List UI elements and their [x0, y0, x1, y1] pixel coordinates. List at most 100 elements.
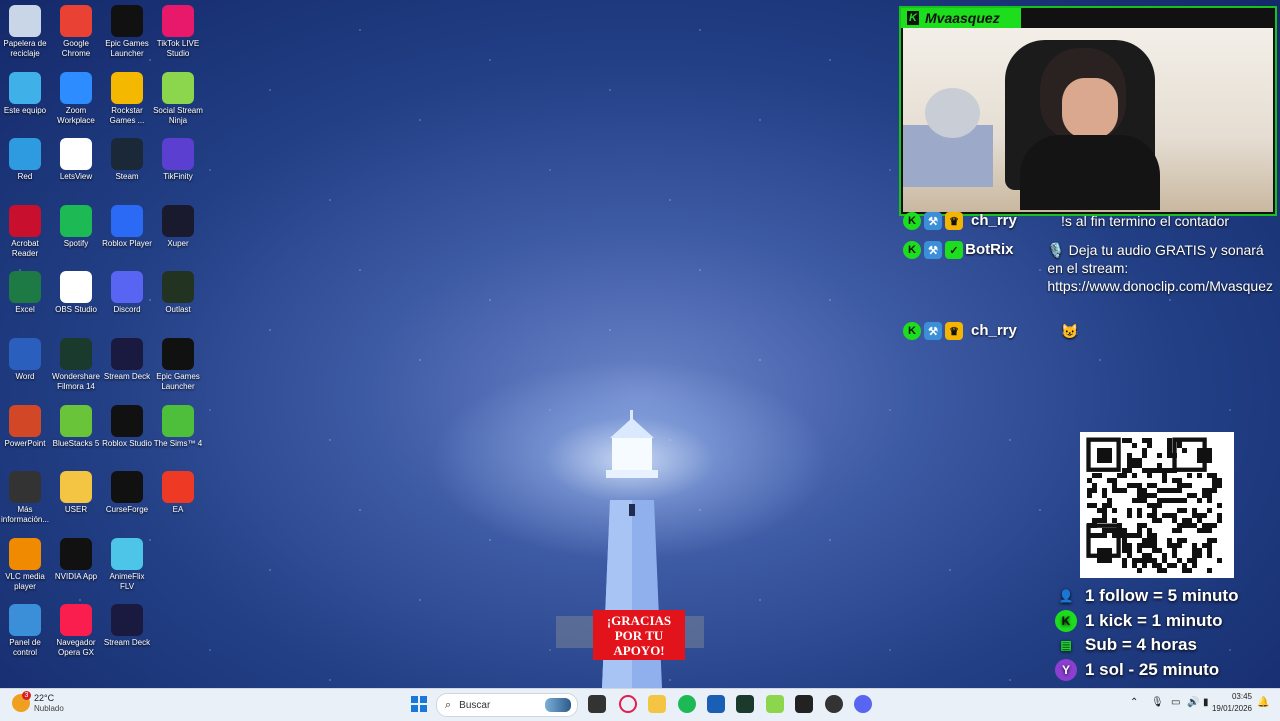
steam-icon [111, 138, 143, 171]
sims-icon [162, 404, 194, 437]
webcam-plush-toy [925, 88, 980, 138]
streamer-name: Mvaasquez [925, 10, 1000, 26]
desktop-icon-excel[interactable]: Excel [0, 271, 50, 315]
folder-icon [60, 471, 92, 504]
desktop-icon-recycle-bin[interactable]: Papelera de reciclaje [0, 5, 50, 59]
desktop-icon-epic-games[interactable]: Epic Games Launcher [102, 5, 152, 59]
file-explorer-icon[interactable] [648, 695, 666, 713]
desktop-icon-label: AnimeFlix FLV [109, 571, 145, 591]
terminal-icon[interactable] [795, 695, 813, 713]
filmora-taskbar-icon[interactable] [736, 695, 754, 713]
obs-taskbar-icon[interactable] [825, 695, 843, 713]
chat-badges: K ⚒ ✓ [903, 241, 965, 259]
desktop-icon-info[interactable]: Más información... [0, 471, 50, 525]
desktop-icon-filmora[interactable]: Wondershare Filmora 14 [51, 338, 101, 392]
desktop-icon-label: Este equipo [3, 105, 47, 115]
desktop-icon-sims[interactable]: The Sims™ 4 [153, 404, 203, 449]
desktop-icon-spotify[interactable]: Spotify [51, 204, 101, 249]
chat-message: K ⚒ ♛ ch_rry 😺 [903, 322, 1273, 340]
desktop-icon-tikfinity[interactable]: TikFinity [153, 138, 203, 182]
microphone-icon[interactable]: 🎙 [1151, 697, 1164, 708]
weather-temp[interactable]: 22°C [34, 693, 54, 703]
desktop-icon-label: VLC media player [5, 571, 45, 591]
qr-code [1080, 432, 1234, 578]
desktop-icon-powerpoint[interactable]: PowerPoint [0, 404, 50, 449]
desktop-icon-outlast[interactable]: Outlast [153, 271, 203, 315]
store-icon[interactable] [707, 695, 725, 713]
sol-icon: Y [1055, 658, 1077, 681]
spotify-taskbar-icon[interactable] [678, 695, 696, 713]
desktop-icon-discord[interactable]: Discord [102, 271, 152, 315]
spotify-icon [60, 204, 92, 237]
opera-gx-icon [60, 604, 92, 637]
moderator-badge-icon: ⚒ [924, 212, 942, 230]
desktop-icon-ninja[interactable]: Social Stream Ninja [153, 71, 203, 126]
social-stream-taskbar-icon[interactable] [766, 695, 784, 713]
desktop-icon-zoom[interactable]: Zoom Workplace [51, 71, 101, 126]
epic-games-icon [162, 338, 194, 370]
chat-text: 😺 [1061, 323, 1079, 339]
opera-taskbar-icon[interactable] [619, 695, 637, 713]
desktop-icon-label: Outlast [165, 305, 191, 315]
desktop-icon-rockstar[interactable]: Rockstar Games ... [102, 71, 152, 126]
chat-username: BotRix [965, 241, 1014, 258]
epic-games-icon [111, 5, 143, 37]
desktop-icon-label: OBS Studio [55, 305, 97, 315]
desktop-icon-tiktok[interactable]: TikTok LIVE Studio [153, 5, 203, 59]
rule-item: K 1 kick = 1 minuto [1055, 609, 1222, 632]
search-box[interactable]: ⌕ Buscar [436, 693, 578, 717]
desktop-icon-word[interactable]: Word [0, 338, 50, 382]
desktop-icon-animeflix[interactable]: AnimeFlix FLV [102, 537, 152, 592]
task-view-icon[interactable] [588, 695, 606, 713]
desktop-icon-roblox[interactable]: Roblox Player [102, 204, 152, 249]
desktop-icon-label: Epic Games Launcher [105, 39, 149, 58]
chat-text: !s al fin termino el contador [1061, 213, 1230, 229]
desktop-icon-stream-deck[interactable]: Stream Deck [102, 604, 152, 648]
desktop-icon-xuper[interactable]: Xuper [153, 204, 203, 249]
kick-logo-icon: K [907, 11, 919, 25]
desktop-icon-stream-deck[interactable]: Stream Deck [102, 338, 152, 382]
desktop-icon-folder[interactable]: USER [51, 471, 101, 515]
desktop-icon-label: Spotify [63, 238, 89, 248]
stream-deck-icon [111, 604, 143, 637]
chat-message: K ⚒ ♛ ch_rry !s al fin termino el contador [903, 212, 1273, 230]
clock-time[interactable]: 03:45 [1218, 692, 1252, 701]
desktop-icon-nvidia[interactable]: NVIDIA App [51, 537, 101, 582]
desktop-icon-opera-gx[interactable]: Navegador Opera GX [51, 604, 101, 658]
network-status-icon[interactable]: ▭ [1171, 697, 1180, 708]
chevron-up-icon[interactable]: ⌃ [1130, 697, 1138, 708]
start-button[interactable] [411, 696, 427, 712]
weather-desc[interactable]: Nublado [34, 704, 64, 713]
rule-text: 1 follow = 5 minuto [1085, 586, 1239, 605]
desktop-icon-label: Xuper [167, 238, 189, 248]
crown-badge-icon: ♛ [945, 212, 963, 230]
animeflix-icon [111, 537, 143, 570]
desktop-icon-chrome[interactable]: Google Chrome [51, 5, 101, 59]
desktop-icon-ea[interactable]: EA [153, 471, 203, 515]
thanks-alert: ¡GRACIAS POR TU APOYO! [593, 610, 685, 660]
taskbar [0, 688, 1280, 721]
notification-bell-icon[interactable]: 🔔 [1257, 697, 1269, 708]
desktop-icon-computer[interactable]: Este equipo [0, 71, 50, 116]
desktop-icon-curseforge[interactable]: CurseForge [102, 471, 152, 515]
desktop-icon-label: TikTok LIVE Studio [156, 39, 200, 58]
word-icon [9, 338, 41, 370]
desktop-icon-epic-games[interactable]: Epic Games Launcher [153, 338, 203, 392]
volume-icon[interactable]: 🔊 [1187, 697, 1199, 708]
desktop-icon-roblox-studio[interactable]: Roblox Studio [102, 404, 152, 449]
desktop-icon-steam[interactable]: Steam [102, 138, 152, 182]
desktop-icon-label: TikFinity [163, 172, 193, 182]
desktop-icon-letsview[interactable]: LetsView [51, 138, 101, 182]
discord-taskbar-icon[interactable] [854, 695, 872, 713]
desktop-icon-vlc[interactable]: VLC media player [0, 537, 50, 592]
desktop-icon-label: Excel [15, 305, 35, 315]
desktop-icon-label: PowerPoint [4, 438, 46, 448]
desktop-icon-file[interactable]: OBS Studio [51, 271, 101, 315]
clock-date[interactable]: 19/01/2026 [1206, 704, 1252, 713]
desktop-icon-label: Panel de control [9, 638, 41, 658]
desktop-icon-acrobat[interactable]: Acrobat Reader [0, 204, 50, 259]
desktop-icon-network[interactable]: Red [0, 138, 50, 182]
desktop-icon-label: Acrobat Reader [11, 238, 39, 258]
desktop-icon-control-panel[interactable]: Panel de control [0, 604, 50, 658]
desktop-icon-bluestacks[interactable]: BlueStacks 5 [51, 404, 101, 449]
